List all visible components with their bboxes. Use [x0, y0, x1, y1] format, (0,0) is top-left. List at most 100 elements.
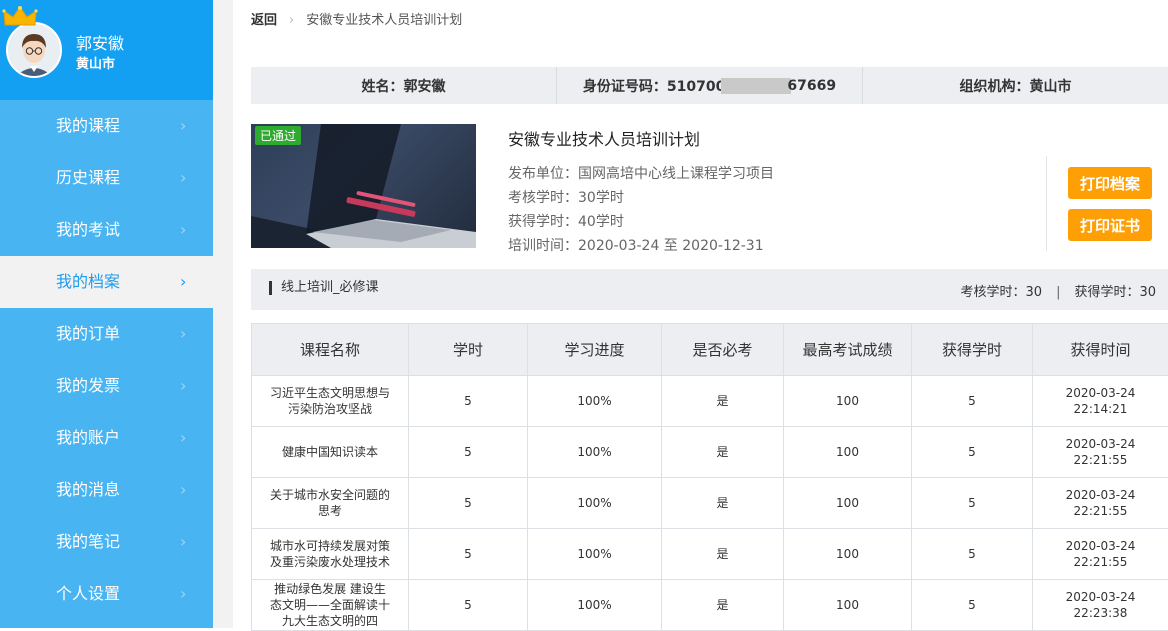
avatar[interactable] [6, 22, 62, 78]
print-certificate-button[interactable]: 打印证书 [1068, 209, 1152, 241]
breadcrumb: 返回 › 安徽专业技术人员培训计划 [251, 9, 462, 28]
chevron-right-icon: › [180, 568, 186, 620]
plan-title: 安徽专业技术人员培训计划 [508, 126, 700, 150]
back-link[interactable]: 返回 [251, 13, 277, 28]
course-name: 关于城市水安全问题的思考 [252, 478, 409, 529]
course-date: 2020-03-24 [1066, 488, 1136, 502]
sidebar-item-label: 我的发票 [56, 376, 120, 395]
course-progress: 100% [528, 427, 662, 478]
chevron-right-icon: › [289, 13, 294, 28]
sidebar-item-my-courses[interactable]: 我的课程 › [0, 100, 213, 152]
column-header: 课程名称 [252, 324, 409, 376]
plan-publisher: 发布单位：国网高培中心线上课程学习项目 [508, 163, 774, 183]
sidebar-item-history-courses[interactable]: 历史课程› [0, 152, 213, 204]
user-name: 郭安徽 [76, 30, 124, 54]
sidebar-item-my-notes[interactable]: 我的笔记› [0, 516, 213, 568]
sidebar-item-my-orders[interactable]: 我的订单 › [0, 308, 213, 360]
course-name: 推动绿色发展 建设生态文明——全面解读十九大生态文明的四 [252, 580, 409, 631]
course-date: 2020-03-24 [1066, 590, 1136, 604]
chevron-right-icon: › [180, 256, 186, 308]
course-date-cell: 2020-03-2422:21:55 [1033, 529, 1168, 580]
course-hours: 5 [409, 529, 528, 580]
info-id-prefix: 身份证号码：510700 [583, 76, 725, 96]
column-header: 获得时间 [1033, 324, 1168, 376]
sidebar-item-my-archive[interactable]: 我的档案 › [0, 256, 213, 308]
passed-badge: 已通过 [255, 126, 301, 145]
course-table: 课程名称 学时 学习进度 是否必考 最高考试成绩 获得学时 获得时间 习近平生态… [251, 323, 1168, 631]
course-score: 100 [784, 529, 912, 580]
sidebar-item-label: 我的笔记 [56, 532, 120, 551]
info-org-cell: 组织机构：黄山市 [863, 67, 1168, 104]
course-time: 22:21:55 [1074, 555, 1128, 569]
sidebar: 郭安徽 黄山市 我的课程 › 历史课程› 我的考试 › 我的档案 › 我的订单 › 我的… [0, 0, 213, 628]
course-required: 是 [662, 427, 784, 478]
summary-divider: | [1056, 285, 1060, 300]
course-date-cell: 2020-03-24 22:21:55 [1033, 427, 1168, 478]
column-header: 学时 [409, 324, 528, 376]
info-id-cell: 身份证号码：510700 67669 [557, 67, 863, 104]
breadcrumb-current: 安徽专业技术人员培训计划 [306, 13, 462, 28]
sidebar-item-label: 我的档案 [56, 272, 120, 291]
course-progress: 100% [528, 529, 662, 580]
course-date: 2020-03-24 [1066, 437, 1136, 451]
chevron-right-icon: › [180, 100, 186, 152]
course-required: 是 [662, 478, 784, 529]
main-content: 返回 › 安徽专业技术人员培训计划 姓名：郭安徽 身份证号码：510700 67669… [233, 0, 1168, 628]
section-required-hours: 考核学时：30 [961, 285, 1043, 300]
info-id-suffix: 67669 [787, 78, 836, 94]
print-archive-button[interactable]: 打印档案 [1068, 167, 1152, 199]
course-name: 习近平生态文明思想与污染防治攻坚战 [252, 376, 409, 427]
user-info-bar: 姓名：郭安徽 身份证号码：510700 67669 组织机构：黄山市 [251, 67, 1168, 104]
course-score: 100 [784, 478, 912, 529]
sidebar-item-my-invoices[interactable]: 我的发票› [0, 360, 213, 412]
column-header: 学习进度 [528, 324, 662, 376]
sidebar-item-my-exams[interactable]: 我的考试 › [0, 204, 213, 256]
info-name: 姓名：郭安徽 [362, 76, 446, 96]
table-row: 城市水可持续发展对策及重污染废水处理技术 5 100% 是 100 5 2020… [252, 529, 1168, 580]
sidebar-item-label: 我的消息 [56, 480, 120, 499]
course-hours: 5 [409, 580, 528, 631]
course-hours: 5 [409, 376, 528, 427]
course-date: 2020-03-24 [1066, 386, 1136, 400]
redaction-mask [721, 78, 791, 94]
plan-required-hours: 考核学时：30学时 [508, 187, 624, 207]
sidebar-item-label: 我的订单 [56, 324, 120, 343]
table-row: 健康中国知识读本 5 100% 是 100 5 2020-03-2422:21:… [252, 427, 1168, 478]
plan-earned-hours: 获得学时：40学时 [508, 211, 624, 231]
plan-period: 培训时间：2020-03-24 至 2020-12-31 [508, 235, 764, 255]
course-progress: 100% [528, 376, 662, 427]
course-earned: 5 [912, 427, 1033, 478]
column-header: 最高考试成绩 [784, 324, 912, 376]
section-earned-hours: 获得学时：30 [1074, 285, 1156, 300]
course-score: 100 [784, 376, 912, 427]
course-progress: 100% [528, 478, 662, 529]
chevron-right-icon: › [180, 412, 186, 464]
column-header: 获得学时 [912, 324, 1033, 376]
course-time: 22:21:55 [1074, 453, 1128, 467]
course-earned: 5 [912, 376, 1033, 427]
sidebar-item-label: 我的考试 [56, 220, 120, 239]
table-row: 推动绿色发展 建设生态文明——全面解读十九大生态文明的四 5 100% 是 10… [252, 580, 1168, 631]
sidebar-item-settings[interactable]: 个人设置 › [0, 568, 213, 620]
sidebar-item-label: 我的课程 [56, 116, 120, 135]
course-date-cell: 2020-03-24 22:23:38 [1033, 580, 1168, 631]
plan-thumbnail[interactable]: 已通过 [251, 124, 476, 248]
chevron-right-icon: › [180, 308, 186, 360]
section-title: 线上培训_必修课 [269, 281, 379, 295]
course-score: 100 [784, 427, 912, 478]
divider [1046, 156, 1047, 251]
section-summary: 考核学时：30 | 获得学时：30 [961, 281, 1156, 300]
profile-header: 郭安徽 黄山市 [0, 0, 213, 100]
course-time: 22:21:55 [1074, 504, 1128, 518]
sidebar-item-label: 我的账户 [56, 428, 120, 447]
sidebar-item-label: 个人设置 [56, 584, 120, 603]
course-required: 是 [662, 580, 784, 631]
section-header: 线上培训_必修课 考核学时：30 | 获得学时：30 [251, 269, 1168, 310]
sidebar-item-my-messages[interactable]: 我的消息› [0, 464, 213, 516]
chevron-right-icon: › [180, 152, 186, 204]
course-hours: 5 [409, 427, 528, 478]
course-time: 22:23:38 [1074, 606, 1128, 620]
course-earned: 5 [912, 580, 1033, 631]
sidebar-item-my-account[interactable]: 我的账户 › [0, 412, 213, 464]
chevron-right-icon: › [180, 204, 186, 256]
